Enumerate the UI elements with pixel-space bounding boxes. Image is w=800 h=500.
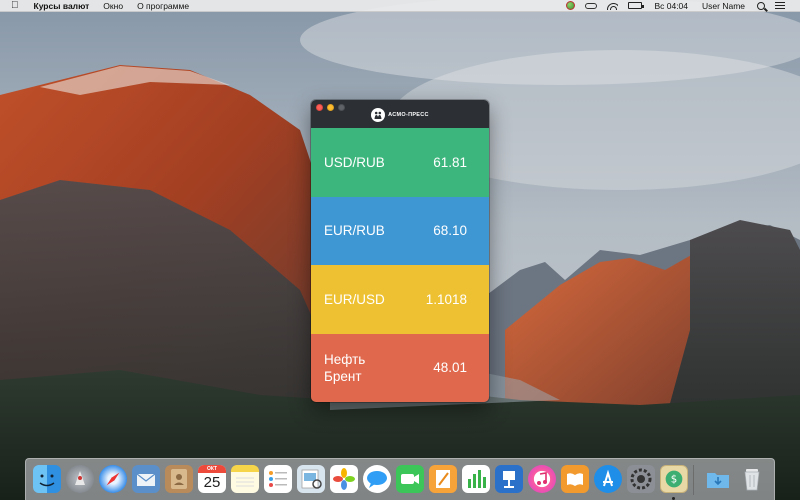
wifi-icon[interactable] (602, 0, 623, 12)
notes-icon[interactable] (231, 465, 259, 493)
numbers-icon[interactable] (462, 465, 490, 493)
spotlight-search-icon[interactable] (752, 0, 770, 12)
system-preferences-icon[interactable] (627, 465, 655, 493)
glasses-icon[interactable] (580, 0, 602, 12)
rate-row-eur-usd: EUR/USD 1.1018 (311, 265, 489, 334)
rate-value: 61.81 (433, 154, 467, 170)
currency-rates-window: АСМО-ПРЕСС USD/RUB 61.81 EUR/RUB 68.10 E… (311, 100, 489, 402)
rate-pair-label: EUR/USD (324, 291, 385, 307)
notification-center-icon[interactable] (770, 0, 790, 12)
itunes-icon[interactable] (528, 465, 556, 493)
calendar-month: ОКТ (198, 465, 226, 473)
rate-row-usd-rub: USD/RUB 61.81 (311, 128, 489, 197)
messages-icon[interactable] (363, 465, 391, 493)
pages-icon[interactable] (429, 465, 457, 493)
menu-user-name[interactable]: User Name (695, 0, 752, 12)
publisher-logo-icon (371, 107, 386, 122)
rate-pair-label: Нефть Брент (324, 351, 366, 384)
finder-icon[interactable] (33, 465, 61, 493)
battery-icon[interactable] (623, 0, 647, 12)
rate-value: 48.01 (433, 360, 467, 376)
calendar-day: 25 (203, 474, 221, 491)
menu-window[interactable]: Окно (96, 0, 130, 12)
rate-value: 1.1018 (425, 291, 467, 307)
publisher-logo-text: АСМО-ПРЕСС (388, 111, 429, 118)
window-titlebar[interactable]: АСМО-ПРЕСС (311, 100, 489, 128)
photos-icon[interactable] (330, 465, 358, 493)
rate-row-eur-rub: EUR/RUB 68.10 (311, 196, 489, 265)
launchpad-icon[interactable] (66, 465, 94, 493)
currency-app-icon[interactable]: $ (660, 465, 688, 493)
contacts-icon[interactable] (165, 465, 193, 493)
menu-app-name[interactable]: Курсы валют (27, 0, 97, 12)
close-window-button[interactable] (316, 104, 323, 111)
svg-text:$: $ (671, 475, 678, 486)
safari-icon[interactable] (99, 465, 127, 493)
apple-menu-icon[interactable]:  (0, 0, 27, 12)
mail-icon[interactable] (132, 465, 160, 493)
facetime-icon[interactable] (396, 465, 424, 493)
preview-icon[interactable] (297, 465, 325, 493)
app-store-icon[interactable] (594, 465, 622, 493)
rate-pair-label: EUR/RUB (324, 223, 385, 239)
menu-about[interactable]: О программе (130, 0, 196, 12)
rate-value: 68.10 (433, 223, 467, 239)
publisher-logo: АСМО-ПРЕСС (371, 107, 429, 122)
ibooks-icon[interactable] (561, 465, 589, 493)
minimize-window-button[interactable] (327, 104, 334, 111)
rate-row-brent-oil: Нефть Брент 48.01 (311, 333, 489, 402)
downloads-folder-icon[interactable] (704, 465, 732, 493)
dock-separator (693, 465, 694, 495)
reminders-icon[interactable] (264, 465, 292, 493)
zoom-window-button[interactable] (338, 104, 345, 111)
menu-clock[interactable]: Вс 04:04 (647, 0, 695, 12)
calendar-icon[interactable]: ОКТ 25 (198, 465, 226, 493)
rate-pair-label: USD/RUB (324, 154, 385, 170)
menu-bar:  Курсы валют Окно О программе Вс 04:04 … (0, 0, 800, 12)
dock: ОКТ 25 $ (25, 458, 775, 500)
keynote-icon[interactable] (495, 465, 523, 493)
trash-icon[interactable] (738, 465, 766, 493)
globe-icon[interactable] (561, 0, 580, 12)
